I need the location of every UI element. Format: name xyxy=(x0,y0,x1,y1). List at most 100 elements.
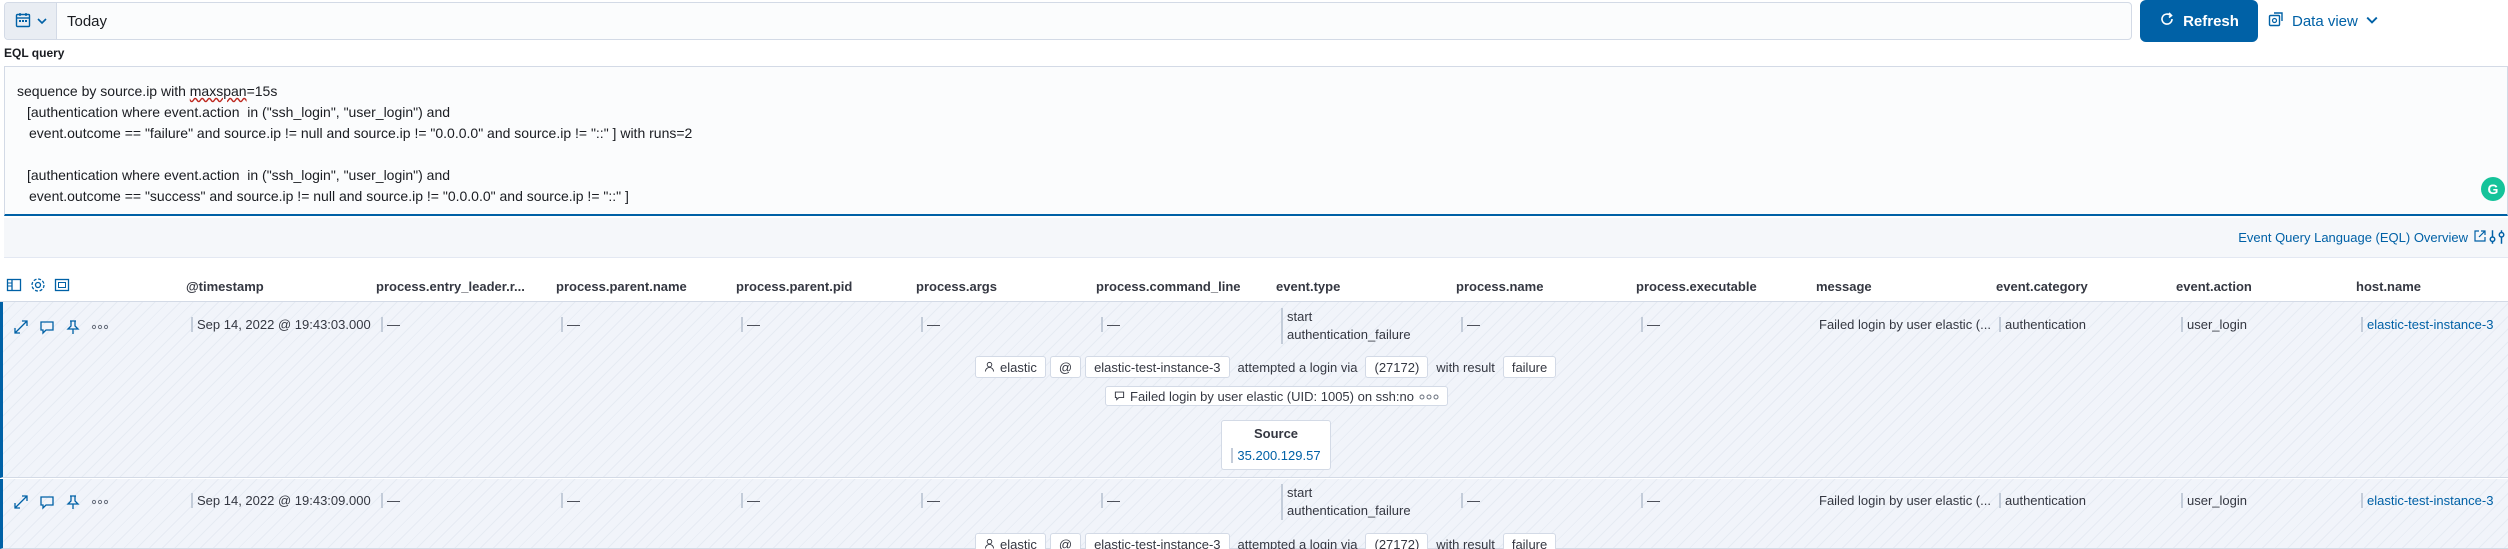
with-result-text: with result xyxy=(1436,536,1495,549)
at-symbol: @ xyxy=(1049,356,1082,378)
column-header[interactable]: process.parent.pid xyxy=(736,279,852,294)
host-name-link[interactable]: elastic-test-instance-3 xyxy=(2361,317,2493,332)
empty-cell: — xyxy=(921,493,940,508)
source-ip-link[interactable]: 35.200.129.57 xyxy=(1231,448,1321,463)
chevron-down-icon xyxy=(36,14,47,29)
host-chip[interactable]: elastic-test-instance-3 xyxy=(1085,533,1230,549)
empty-cell: — xyxy=(381,317,400,332)
user-icon xyxy=(984,537,995,549)
refresh-button[interactable]: Refresh xyxy=(2140,0,2258,42)
data-view-label: Data view xyxy=(2292,12,2358,30)
source-label: Source xyxy=(1253,426,1299,441)
note-icon[interactable] xyxy=(39,494,55,510)
empty-cell: — xyxy=(561,493,580,508)
eql-query-label: EQL query xyxy=(4,46,65,60)
eql-line-4: [authentication where event.action in ("… xyxy=(27,167,451,183)
gear-icon[interactable] xyxy=(30,277,48,295)
eql-text: =15s xyxy=(246,83,278,99)
user-name: elastic xyxy=(1000,536,1037,549)
event-type-value[interactable]: start xyxy=(1287,308,1411,326)
event-category-cell[interactable]: authentication xyxy=(1999,317,2086,332)
eql-text: sequence by source.ip with xyxy=(17,83,190,99)
message-cell[interactable]: Failed login by user elastic (... xyxy=(1819,317,1991,332)
row-renderer: elastic @ elastic-test-instance-3 attemp… xyxy=(975,356,1557,378)
user-chip[interactable]: elastic xyxy=(975,533,1046,549)
quick-select-button[interactable] xyxy=(5,3,57,39)
process-pid-chip[interactable]: (27172) xyxy=(1365,356,1429,378)
data-view-icon xyxy=(2268,11,2284,31)
calendar-icon xyxy=(15,12,31,31)
result-chip[interactable]: failure xyxy=(1502,356,1557,378)
timestamp-cell[interactable]: Sep 14, 2022 @ 19:43:03.000 xyxy=(191,317,371,332)
column-header[interactable]: event.action xyxy=(2176,279,2252,294)
refresh-label: Refresh xyxy=(2183,12,2239,30)
host-chip[interactable]: elastic-test-instance-3 xyxy=(1085,356,1230,378)
eql-overview-link[interactable]: Event Query Language (EQL) Overview xyxy=(2238,230,2486,245)
column-header[interactable]: host.name xyxy=(2356,279,2421,294)
more-icon[interactable] xyxy=(91,319,109,335)
attempted-text: attempted a login via xyxy=(1237,536,1358,549)
empty-cell: — xyxy=(1101,493,1120,508)
column-header[interactable]: event.type xyxy=(1276,279,1340,294)
eql-overview-label: Event Query Language (EQL) Overview xyxy=(2238,230,2468,245)
column-header[interactable]: process.args xyxy=(916,279,997,294)
column-header[interactable]: @timestamp xyxy=(186,279,264,294)
more-icon[interactable] xyxy=(91,494,109,510)
at-symbol: @ xyxy=(1049,533,1082,549)
message-chip[interactable]: Failed login by user elastic (UID: 1005)… xyxy=(1105,386,1448,406)
empty-cell: — xyxy=(381,493,400,508)
host-name-link[interactable]: elastic-test-instance-3 xyxy=(2361,493,2493,508)
user-chip[interactable]: elastic xyxy=(975,356,1046,378)
expand-icon[interactable] xyxy=(13,319,29,335)
empty-cell: — xyxy=(741,493,760,508)
column-header[interactable]: process.entry_leader.r... xyxy=(376,279,525,294)
column-header[interactable]: event.category xyxy=(1996,279,2088,294)
process-pid-chip[interactable]: (27172) xyxy=(1365,533,1429,549)
chevron-down-icon xyxy=(2366,13,2378,30)
event-category-cell[interactable]: authentication xyxy=(1999,493,2086,508)
empty-cell: — xyxy=(1461,317,1480,332)
grammarly-icon[interactable]: G xyxy=(2481,177,2505,201)
row-renderer-message: Failed login by user elastic (UID: 1005)… xyxy=(1105,386,1448,406)
column-header[interactable]: process.executable xyxy=(1636,279,1757,294)
full-screen-icon[interactable] xyxy=(54,277,72,295)
event-type-value[interactable]: start xyxy=(1287,484,1411,502)
row-renderer: elastic @ elastic-test-instance-3 attemp… xyxy=(975,533,1557,549)
refresh-icon xyxy=(2159,11,2175,31)
query-bar: Today Refresh Data view xyxy=(0,0,2508,42)
note-icon[interactable] xyxy=(39,319,55,335)
eql-query-editor[interactable]: sequence by source.ip with maxspan=15s [… xyxy=(4,66,2508,216)
more-icon xyxy=(1419,389,1439,404)
data-view-button[interactable]: Data view xyxy=(2268,0,2378,42)
date-picker[interactable]: Today xyxy=(4,2,2132,40)
message-text: Failed login by user elastic (UID: 1005)… xyxy=(1130,388,1414,404)
eql-footer: Event Query Language (EQL) Overview xyxy=(4,218,2508,258)
column-header[interactable]: process.name xyxy=(1456,279,1543,294)
timestamp-cell[interactable]: Sep 14, 2022 @ 19:43:09.000 xyxy=(191,493,371,508)
event-type-value[interactable]: authentication_failure xyxy=(1287,502,1411,520)
pin-icon[interactable] xyxy=(65,319,81,335)
event-type-cell: start authentication_failure xyxy=(1281,308,1411,344)
event-type-cell: start authentication_failure xyxy=(1281,484,1411,520)
empty-cell: — xyxy=(921,317,940,332)
eql-text-misspelled: maxspan xyxy=(189,83,247,99)
event-action-cell[interactable]: user_login xyxy=(2181,317,2247,332)
result-chip[interactable]: failure xyxy=(1502,533,1557,549)
event-action-cell[interactable]: user_login xyxy=(2181,493,2247,508)
expand-icon[interactable] xyxy=(13,494,29,510)
pin-icon[interactable] xyxy=(65,494,81,510)
date-range-value[interactable]: Today xyxy=(57,13,107,30)
event-type-value[interactable]: authentication_failure xyxy=(1287,326,1411,344)
column-header[interactable]: process.command_line xyxy=(1096,279,1241,294)
empty-cell: — xyxy=(1461,493,1480,508)
source-box: Source 35.200.129.57 xyxy=(1221,420,1331,470)
empty-cell: — xyxy=(561,317,580,332)
column-header[interactable]: message xyxy=(1816,279,1872,294)
column-header[interactable]: process.parent.name xyxy=(556,279,687,294)
with-result-text: with result xyxy=(1436,359,1495,375)
message-cell[interactable]: Failed login by user elastic (... xyxy=(1819,493,1991,508)
settings-sliders-icon[interactable] xyxy=(2488,228,2506,249)
eql-line-5: event.outcome == "success" and source.ip… xyxy=(29,188,629,204)
external-link-icon xyxy=(2474,230,2486,245)
fields-browser-icon[interactable] xyxy=(6,277,24,295)
